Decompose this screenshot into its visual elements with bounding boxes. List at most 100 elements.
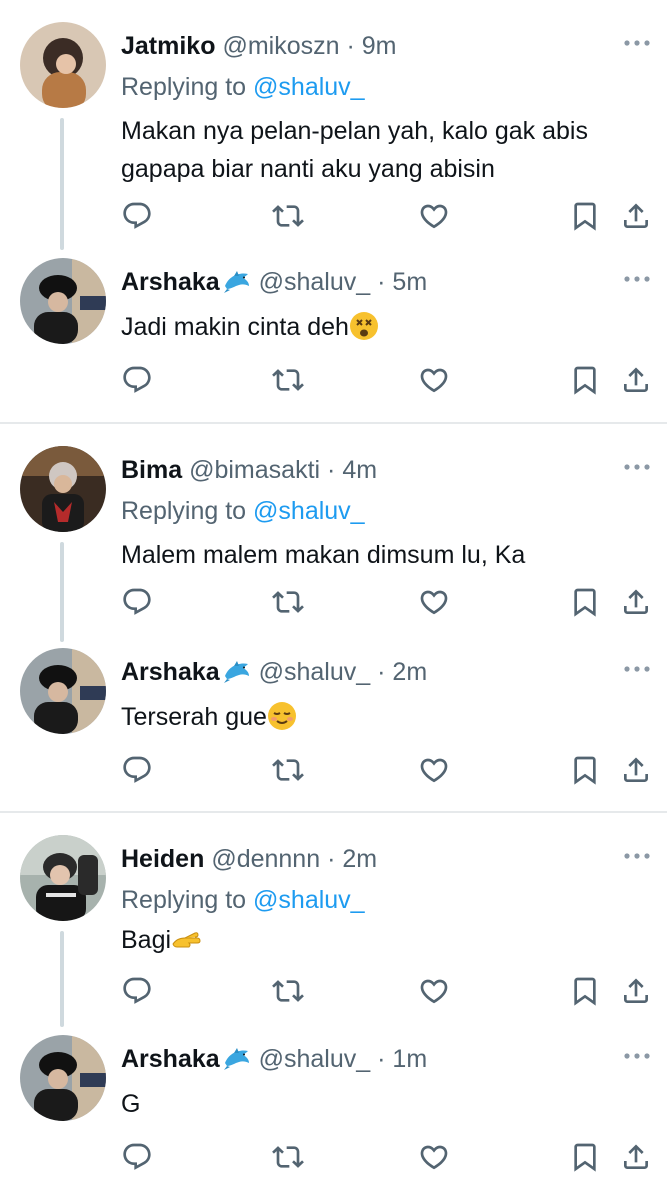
timestamp[interactable]: 5m: [392, 268, 427, 296]
tweet-header: Bima @bimasakti · 4m: [121, 454, 597, 486]
share-icon[interactable]: [620, 975, 652, 1007]
share-icon[interactable]: [620, 1141, 652, 1173]
tweet-text: G: [121, 1085, 647, 1123]
relieved-face-emoji: [267, 702, 296, 730]
tweet-text: Terserah gue: [121, 698, 647, 736]
timestamp[interactable]: 9m: [362, 32, 397, 60]
timestamp[interactable]: 1m: [392, 1045, 427, 1073]
like-icon[interactable]: [418, 975, 450, 1007]
action-bar: [0, 586, 667, 626]
reply-icon[interactable]: [121, 364, 153, 396]
replying-to-label: Replying to: [121, 497, 247, 525]
replying-to-label: Replying to: [121, 886, 247, 914]
avatar[interactable]: [20, 446, 106, 532]
like-icon[interactable]: [418, 1141, 450, 1173]
retweet-icon[interactable]: [272, 1141, 304, 1173]
tweet-text-line: gapapa biar nanti aku yang abisin: [121, 155, 495, 183]
action-bar: [0, 975, 667, 1015]
tweet-text: Makan nya pelan-pelan yah, kalo gak abis…: [121, 112, 647, 188]
display-name[interactable]: Jatmiko: [121, 32, 215, 60]
timestamp[interactable]: 2m: [392, 658, 427, 686]
tweet-text-line: Makan nya pelan-pelan yah, kalo gak abis: [121, 117, 588, 145]
timestamp[interactable]: 2m: [342, 845, 377, 873]
user-handle[interactable]: @bimasakti: [189, 456, 320, 484]
more-icon[interactable]: [623, 664, 651, 674]
reply-icon[interactable]: [121, 754, 153, 786]
retweet-icon[interactable]: [272, 586, 304, 618]
dolphin-icon: [222, 268, 252, 294]
avatar[interactable]: [20, 648, 106, 734]
user-handle[interactable]: @shaluv_: [259, 268, 371, 296]
share-icon[interactable]: [620, 754, 652, 786]
retweet-icon[interactable]: [272, 975, 304, 1007]
tweet-text: Jadi makin cinta deh: [121, 308, 647, 346]
avatar[interactable]: [20, 835, 106, 921]
mention-link[interactable]: @shaluv_: [253, 886, 365, 914]
bookmark-icon[interactable]: [569, 1141, 601, 1173]
retweet-icon[interactable]: [272, 754, 304, 786]
dizzy-face-emoji: [349, 312, 378, 340]
share-icon[interactable]: [620, 200, 652, 232]
tweet-text-content: Bagi: [121, 926, 172, 954]
bookmark-icon[interactable]: [569, 754, 601, 786]
bookmark-icon[interactable]: [569, 200, 601, 232]
reply-icon[interactable]: [121, 586, 153, 618]
tweet-text-content: G: [121, 1090, 141, 1118]
share-icon[interactable]: [620, 364, 652, 396]
separator-dot: ·: [377, 1045, 386, 1073]
more-icon[interactable]: [623, 851, 651, 861]
like-icon[interactable]: [418, 754, 450, 786]
replying-to: Replying to @shaluv_: [121, 495, 365, 527]
tweet-header: Arshaka @shaluv_ · 1m: [121, 1043, 597, 1075]
like-icon[interactable]: [418, 364, 450, 396]
share-icon[interactable]: [620, 586, 652, 618]
user-handle[interactable]: @shaluv_: [259, 658, 371, 686]
bookmark-icon[interactable]: [569, 975, 601, 1007]
action-bar: [0, 364, 667, 404]
reply-icon[interactable]: [121, 975, 153, 1007]
tweet-text-content: Jadi makin cinta deh: [121, 313, 349, 341]
tweet-header: Arshaka @shaluv_ · 5m: [121, 266, 597, 298]
reply-icon[interactable]: [121, 1141, 153, 1173]
user-handle[interactable]: @mikoszn: [222, 32, 339, 60]
avatar[interactable]: [20, 1035, 106, 1121]
dolphin-icon: [222, 658, 252, 684]
user-handle[interactable]: @shaluv_: [259, 1045, 371, 1073]
retweet-icon[interactable]: [272, 200, 304, 232]
separator-dot: ·: [377, 268, 386, 296]
like-icon[interactable]: [418, 586, 450, 618]
mention-link[interactable]: @shaluv_: [253, 73, 365, 101]
display-name[interactable]: Arshaka: [121, 1045, 220, 1073]
tweet-text-content: Terserah gue: [121, 703, 267, 731]
more-icon[interactable]: [623, 462, 651, 472]
retweet-icon[interactable]: [272, 364, 304, 396]
display-name[interactable]: Bima: [121, 456, 182, 484]
more-icon[interactable]: [623, 274, 651, 284]
dolphin-icon: [222, 1045, 252, 1071]
replying-to: Replying to @shaluv_: [121, 71, 365, 103]
separator-dot: ·: [327, 845, 336, 873]
palm-up-hand-emoji: [172, 932, 201, 948]
action-bar: [0, 1141, 667, 1181]
more-icon[interactable]: [623, 38, 651, 48]
display-name[interactable]: Heiden: [121, 845, 204, 873]
display-name[interactable]: Arshaka: [121, 268, 220, 296]
avatar[interactable]: [20, 22, 106, 108]
timestamp[interactable]: 4m: [342, 456, 377, 484]
bookmark-icon[interactable]: [569, 364, 601, 396]
more-icon[interactable]: [623, 1051, 651, 1061]
reply-icon[interactable]: [121, 200, 153, 232]
bookmark-icon[interactable]: [569, 586, 601, 618]
avatar[interactable]: [20, 258, 106, 344]
tweet-text: Malem malem makan dimsum lu, Ka: [121, 536, 647, 574]
user-handle[interactable]: @dennnn: [211, 845, 320, 873]
mention-link[interactable]: @shaluv_: [253, 497, 365, 525]
replying-to: Replying to @shaluv_: [121, 884, 365, 916]
separator-dot: ·: [327, 456, 336, 484]
display-name[interactable]: Arshaka: [121, 658, 220, 686]
tweet-header: Jatmiko @mikoszn · 9m: [121, 30, 597, 62]
tweet-text-line: Malem malem makan dimsum lu, Ka: [121, 541, 526, 569]
like-icon[interactable]: [418, 200, 450, 232]
replying-to-label: Replying to: [121, 73, 247, 101]
tweet-text: Bagi: [121, 921, 647, 959]
